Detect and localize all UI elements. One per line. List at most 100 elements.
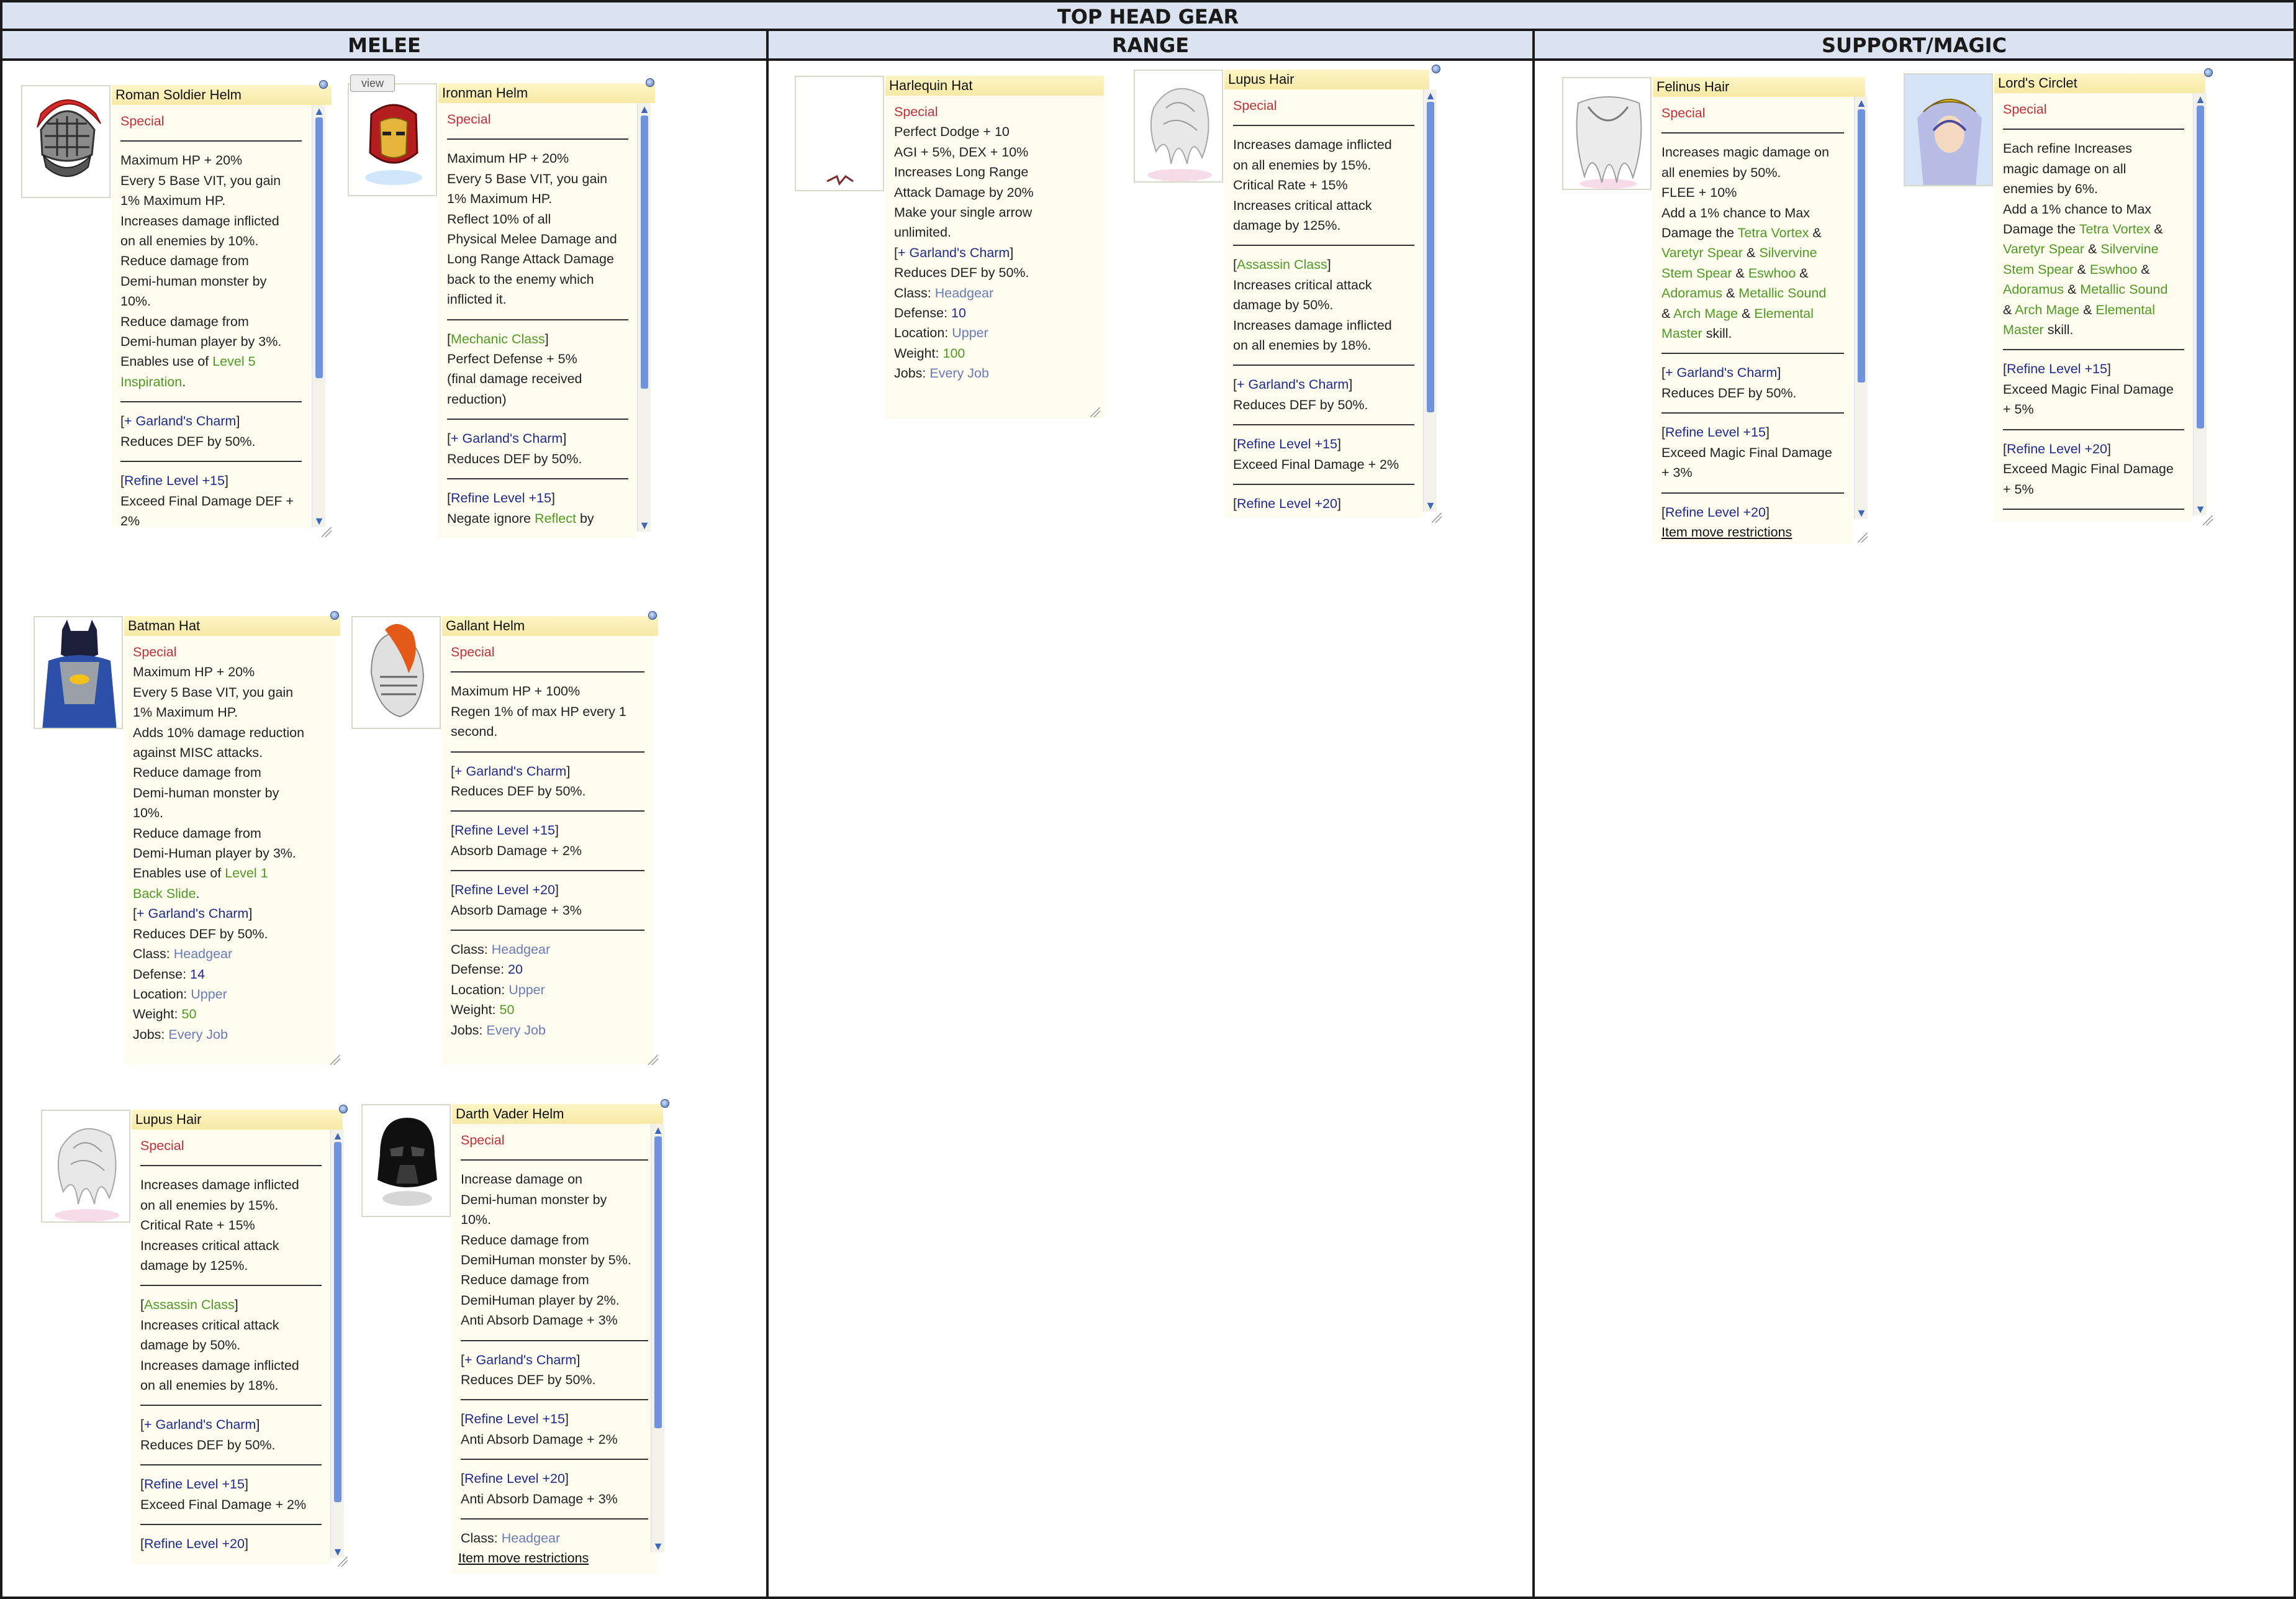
skill-link[interactable]: Varetyr Spear <box>1661 245 1743 260</box>
skill-link[interactable]: Master <box>2003 322 2044 337</box>
desc-line: Enables use of Level 1 <box>133 866 268 881</box>
skill-link[interactable]: Metallic Sound <box>1738 286 1826 301</box>
resize-grip-icon[interactable] <box>322 527 332 537</box>
close-icon[interactable] <box>2204 68 2213 77</box>
desc-line: Master skill. <box>2003 322 2074 338</box>
close-icon[interactable] <box>1432 65 1440 73</box>
resize-grip-icon[interactable] <box>330 1055 340 1065</box>
scroll-thumb[interactable] <box>315 117 323 378</box>
desc-line: FLEE + 10% <box>1661 185 1737 201</box>
item-weight: Weight: 50 <box>451 1002 515 1018</box>
skill-link[interactable]: Eswhoo <box>1748 266 1796 281</box>
scrollbar[interactable]: ▲ ▼ <box>312 105 325 527</box>
desc-line: Critical Rate + 15% <box>140 1218 255 1233</box>
skill-link[interactable]: Stem Spear <box>1661 266 1732 281</box>
skill-link[interactable]: Varetyr Spear <box>2003 242 2084 256</box>
desc-line: Every 5 Base VIT, you gain <box>447 171 608 186</box>
scrollbar[interactable]: ▲ ▼ <box>1854 97 1868 519</box>
scroll-up-icon[interactable]: ▲ <box>652 1125 664 1136</box>
scroll-down-icon[interactable]: ▼ <box>638 520 651 531</box>
skill-link[interactable]: Elemental <box>2095 302 2155 317</box>
close-icon[interactable] <box>648 611 657 620</box>
skill-link[interactable]: Inspiration <box>120 374 182 389</box>
desc-line: Adoramus & Metallic Sound <box>2003 282 2168 297</box>
item-name: Lord's Circlet <box>1994 73 2205 93</box>
desc-line: Anti Absorb Damage + 3% <box>461 1313 618 1328</box>
divider <box>447 478 628 480</box>
scrollbar[interactable]: ▲ ▼ <box>2193 93 2207 515</box>
item-jobs: Jobs: Every Job <box>451 1022 546 1038</box>
scroll-up-icon[interactable]: ▲ <box>638 104 651 115</box>
skill-link[interactable]: Adoramus <box>1661 286 1722 301</box>
skill-link[interactable]: Metallic Sound <box>2080 282 2167 297</box>
scroll-thumb[interactable] <box>1427 102 1434 412</box>
skill-link[interactable]: Level 1 <box>225 866 268 881</box>
desc-special: Special <box>461 1133 505 1148</box>
scroll-thumb[interactable] <box>654 1136 662 1428</box>
divider <box>1661 492 1844 494</box>
scrollbar[interactable]: ▲ ▼ <box>330 1130 344 1558</box>
skill-link[interactable]: Silvervine <box>1759 245 1817 260</box>
close-icon[interactable] <box>319 80 328 89</box>
desc-line: Varetyr Spear & Silvervine <box>2003 242 2159 257</box>
resize-grip-icon[interactable] <box>338 1557 348 1567</box>
scroll-up-icon[interactable]: ▲ <box>2194 94 2207 105</box>
scroll-up-icon[interactable]: ▲ <box>1424 90 1437 101</box>
scrollbar[interactable]: ▲ ▼ <box>651 1124 664 1552</box>
desc-line: Absorb Damage + 3% <box>451 902 582 918</box>
resize-grip-icon[interactable] <box>2203 515 2213 525</box>
view-button[interactable]: view <box>350 75 395 92</box>
desc-section: [Refine Level +15] <box>451 823 559 838</box>
desc-section: [Assassin Class] <box>1233 257 1331 273</box>
scroll-thumb[interactable] <box>1858 109 1865 383</box>
scrollbar[interactable]: ▲ ▼ <box>1423 89 1437 512</box>
close-icon[interactable] <box>330 611 339 620</box>
scroll-down-icon[interactable]: ▼ <box>332 1546 344 1557</box>
scroll-down-icon[interactable]: ▼ <box>2194 504 2207 515</box>
desc-line: Inspiration. <box>120 374 186 389</box>
desc-line: Varetyr Spear & Silvervine <box>1661 245 1817 261</box>
scroll-thumb[interactable] <box>334 1142 341 1502</box>
skill-link[interactable]: Arch Mage <box>2015 302 2079 317</box>
resize-grip-icon[interactable] <box>1858 533 1868 543</box>
desc-line: Stem Spear & Eswhoo & <box>2003 261 2150 277</box>
resize-grip-icon[interactable] <box>1090 407 1100 417</box>
item-image <box>41 1110 130 1223</box>
scroll-down-icon[interactable]: ▼ <box>1424 500 1437 511</box>
skill-link[interactable]: Adoramus <box>2003 282 2064 297</box>
scroll-down-icon[interactable]: ▼ <box>652 1541 664 1552</box>
item-move-restrictions-link[interactable]: Item move restrictions <box>458 1551 589 1566</box>
skill-link[interactable]: Master <box>1661 326 1702 341</box>
scroll-down-icon[interactable]: ▼ <box>313 515 325 527</box>
scroll-down-icon[interactable]: ▼ <box>1855 507 1868 519</box>
item-card-lords-circlet: Lord's Circlet Special Each refine Incre… <box>1904 68 2213 528</box>
divider <box>451 870 644 872</box>
skill-link[interactable]: Eswhoo <box>2090 262 2138 277</box>
skill-link[interactable]: Reflect <box>535 511 576 526</box>
scroll-thumb[interactable] <box>2197 106 2204 428</box>
skill-link[interactable]: Arch Mage <box>1673 306 1738 321</box>
skill-link[interactable]: Silvervine <box>2100 242 2158 256</box>
close-icon[interactable] <box>646 78 654 87</box>
skill-link[interactable]: Level 5 <box>212 354 255 369</box>
resize-grip-icon[interactable] <box>1432 513 1442 523</box>
skill-link[interactable]: Elemental <box>1754 306 1814 321</box>
scroll-thumb[interactable] <box>641 116 648 389</box>
skill-link[interactable]: Tetra Vortex <box>2079 222 2151 237</box>
item-move-restrictions-link[interactable]: Item move restrictions <box>1661 522 1844 542</box>
scroll-up-icon[interactable]: ▲ <box>332 1130 344 1141</box>
skill-link[interactable]: Tetra Vortex <box>1738 225 1809 240</box>
desc-line: Increases critical attack <box>1233 197 1372 213</box>
divider <box>461 1159 648 1161</box>
resize-grip-icon[interactable] <box>648 1055 658 1065</box>
desc-line: Increases damage inflicted <box>1233 317 1392 333</box>
close-icon[interactable] <box>661 1099 669 1108</box>
scroll-up-icon[interactable]: ▲ <box>313 106 325 117</box>
close-icon[interactable] <box>339 1105 348 1113</box>
scroll-up-icon[interactable]: ▲ <box>1855 97 1868 109</box>
scrollbar[interactable]: ▲ ▼ <box>637 103 651 532</box>
skill-link[interactable]: Stem Spear <box>2003 262 2074 277</box>
divider <box>1661 412 1844 414</box>
skill-link[interactable]: Back Slide <box>133 886 196 901</box>
desc-line: Stem Spear & Eswhoo & <box>1661 265 1809 281</box>
